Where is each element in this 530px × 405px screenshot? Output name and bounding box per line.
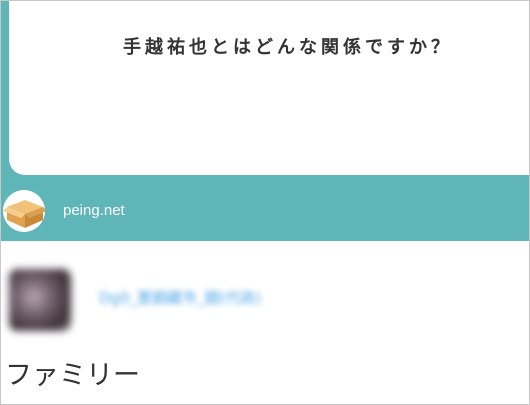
brand-name[interactable]: peing.net [63,202,125,219]
question-box [9,1,529,175]
section-title: ファミリー [5,360,140,391]
peing-question-card[interactable]: 手越祐也とはどんな関係ですか？ peing.net [1,1,529,241]
screenshot-frame: 手越祐也とはどんな関係ですか？ peing.net Dg0_置鋼藏市_闘(代政)… [0,0,530,405]
question-text: 手越祐也とはどんな関係ですか？ [123,37,453,58]
username-link[interactable]: Dg0_置鋼藏市_闘(代政) [99,287,261,308]
cardboard-box-icon [3,190,45,232]
avatar[interactable] [9,269,71,331]
